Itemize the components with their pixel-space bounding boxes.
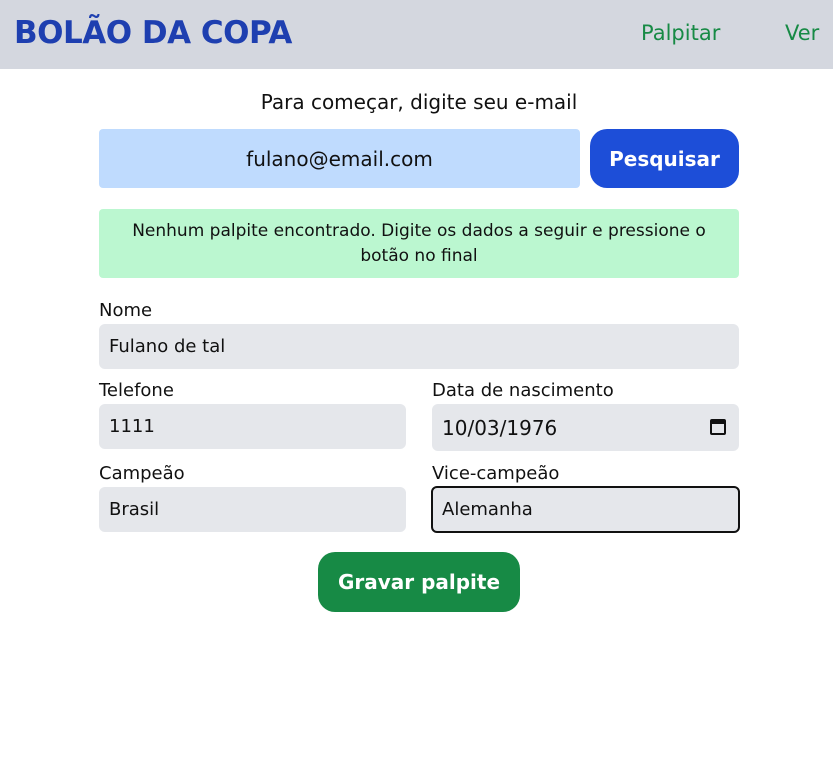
- app-logo[interactable]: BOLÃO DA COPA: [14, 15, 292, 51]
- email-search-input[interactable]: [99, 129, 580, 188]
- nascimento-date-field[interactable]: 10/03/1976: [432, 404, 739, 451]
- nome-label: Nome: [99, 300, 153, 321]
- search-button[interactable]: Pesquisar: [590, 129, 739, 188]
- vice-campeao-field[interactable]: [431, 486, 740, 533]
- top-header: BOLÃO DA COPA Palpitar Ver: [0, 0, 833, 69]
- telefone-label: Telefone: [99, 380, 174, 401]
- nascimento-label: Data de nascimento: [432, 380, 614, 401]
- nascimento-value: 10/03/1976: [442, 416, 558, 440]
- telefone-field[interactable]: [99, 404, 406, 449]
- vice-label: Vice-campeão: [432, 463, 560, 484]
- campeao-label: Campeão: [99, 463, 185, 484]
- nav-link-palpitar[interactable]: Palpitar: [641, 21, 720, 45]
- campeao-field[interactable]: [99, 487, 406, 532]
- nav-link-ver[interactable]: Ver: [785, 21, 819, 45]
- no-guess-notice: Nenhum palpite encontrado. Digite os dad…: [99, 209, 739, 278]
- save-guess-button[interactable]: Gravar palpite: [318, 552, 520, 612]
- email-prompt: Para começar, digite seu e-mail: [260, 90, 578, 114]
- calendar-icon[interactable]: [710, 419, 726, 435]
- nome-field[interactable]: [99, 324, 739, 369]
